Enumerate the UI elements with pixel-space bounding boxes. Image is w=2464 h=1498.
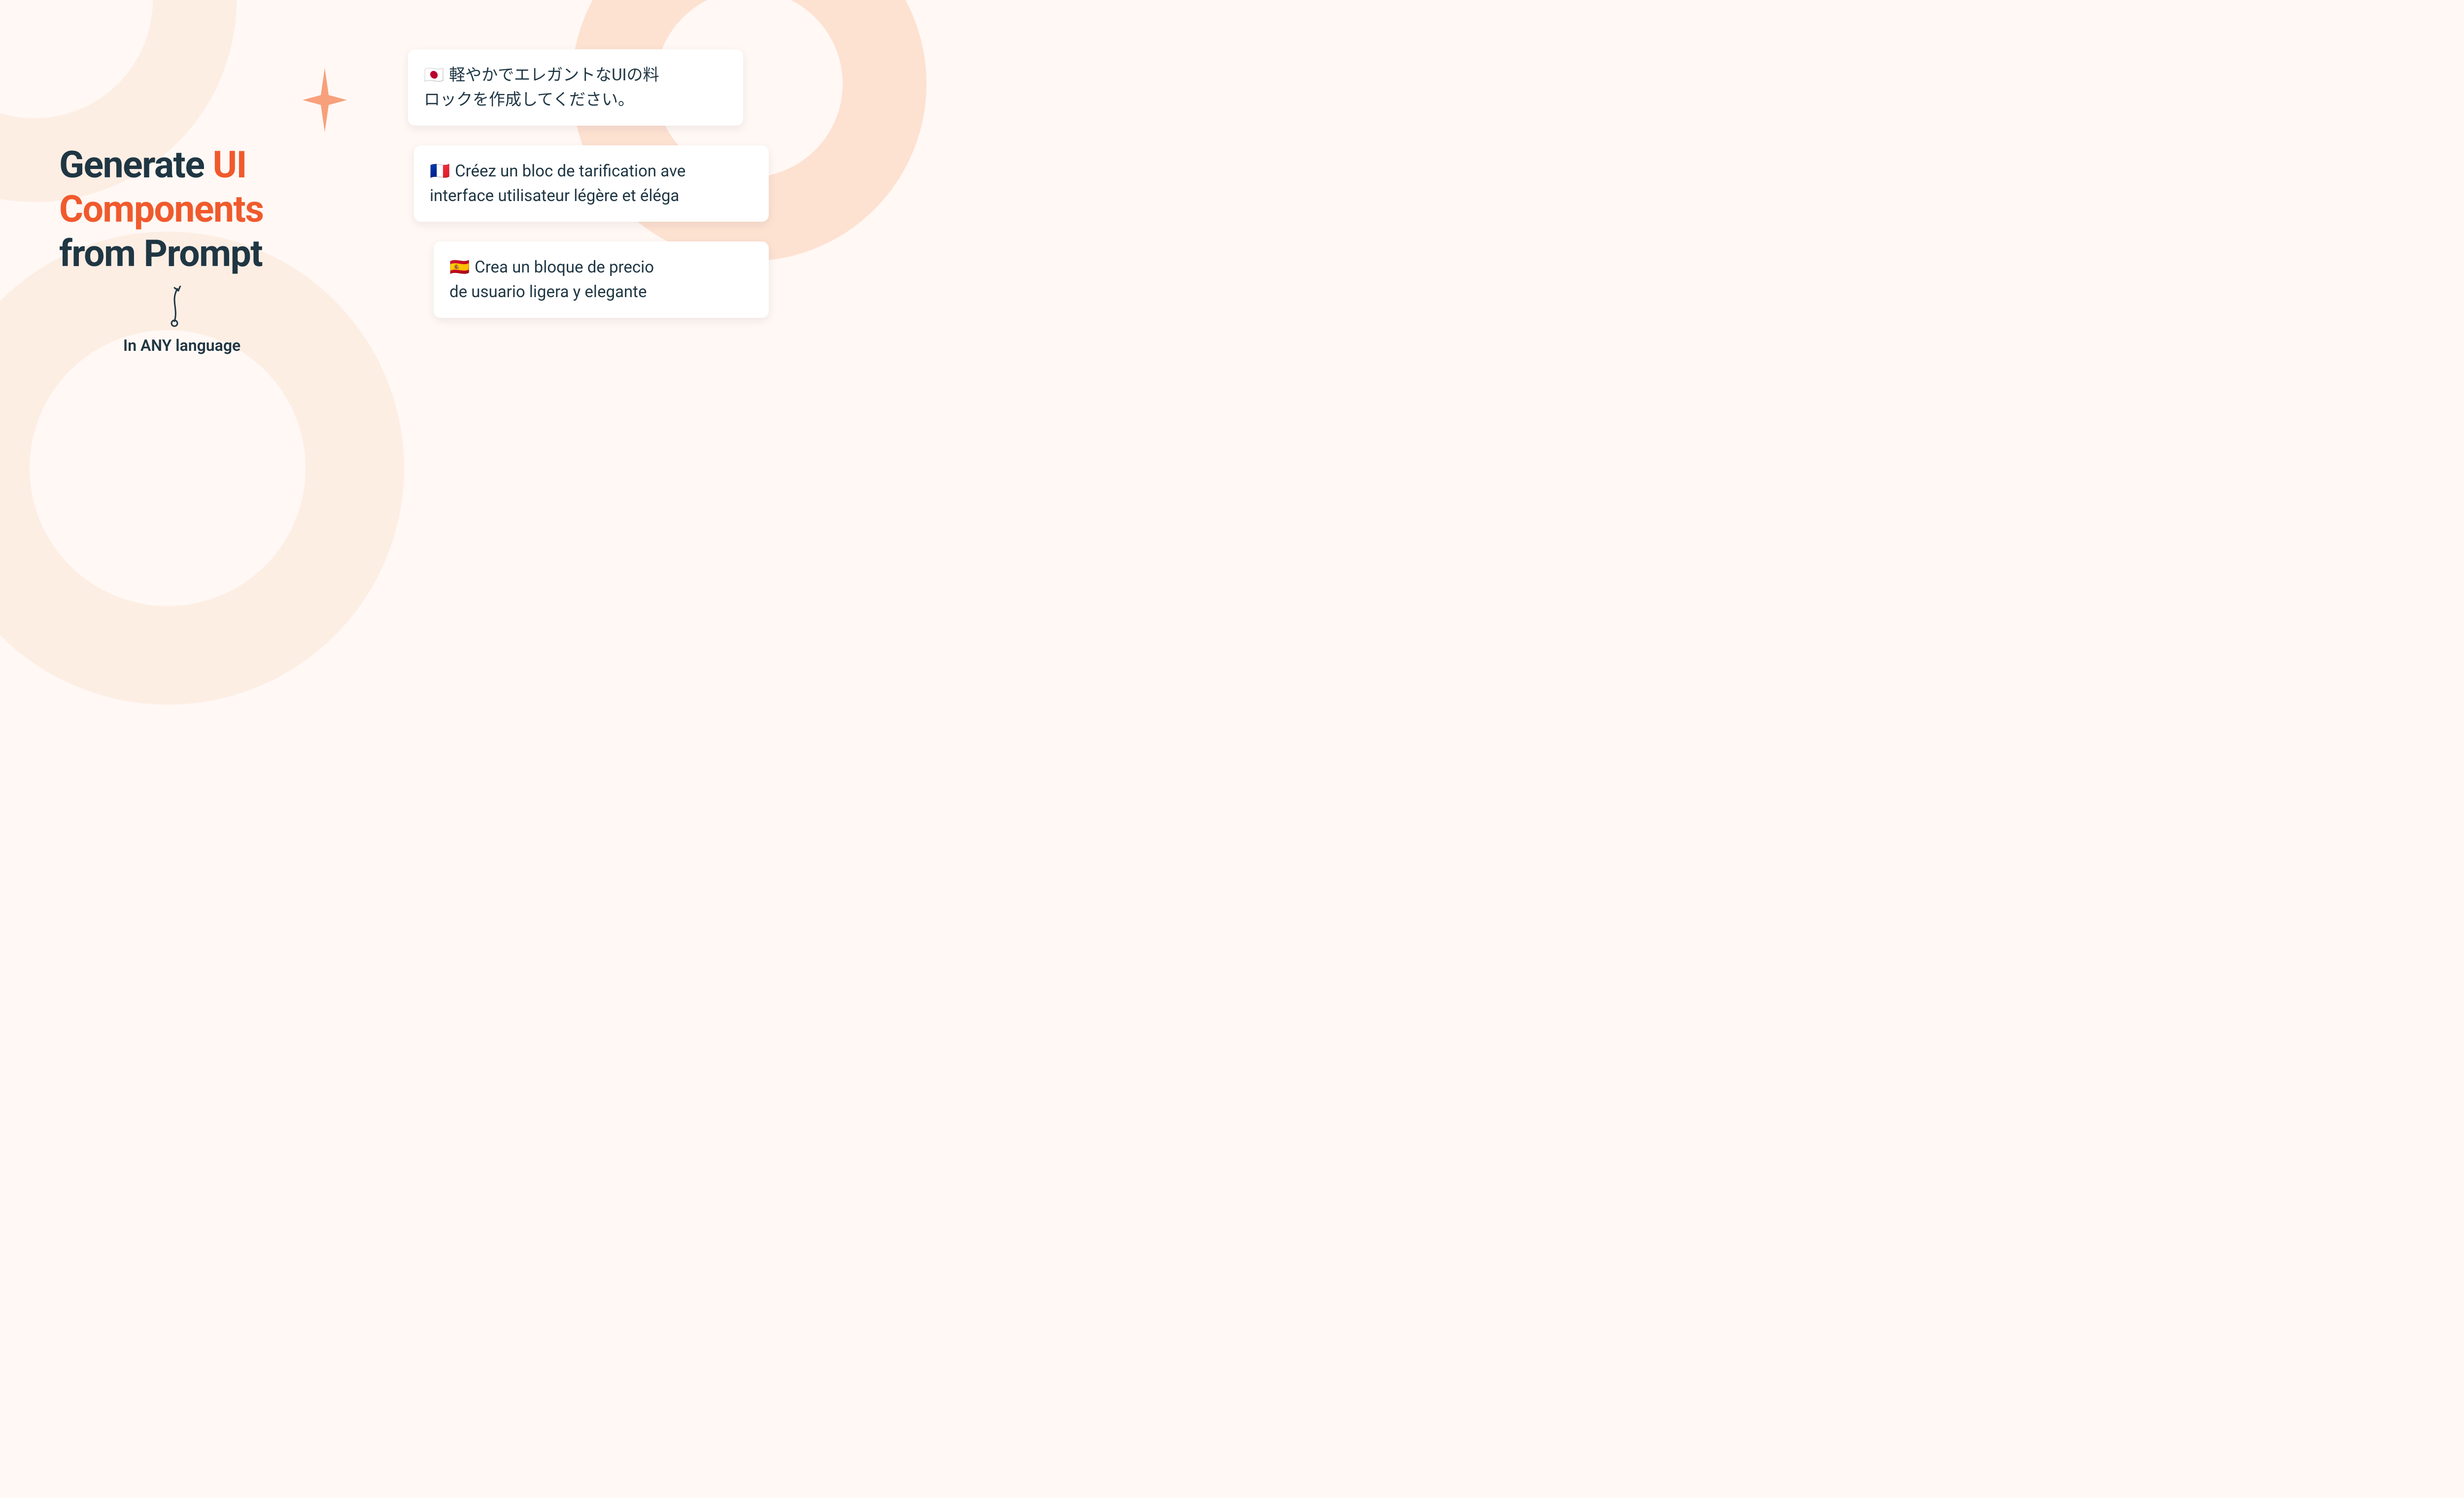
prompt-card-spanish: 🇪🇸Crea un bloque de precio de usuario li… bbox=[434, 241, 769, 318]
sparkle-icon bbox=[303, 68, 347, 132]
prompt-card-list: 🇯🇵軽やかでエレガントなUIの料 ロックを作成してください。 🇫🇷Créez u… bbox=[408, 49, 769, 318]
curved-arrow-icon bbox=[164, 286, 183, 330]
prompt-card-french: 🇫🇷Créez un bloc de tarification ave inte… bbox=[414, 145, 769, 222]
subtitle: In ANY language bbox=[123, 336, 240, 355]
bg-ring-bottom-left bbox=[0, 232, 404, 705]
headline: Generate UI Components from Prompt bbox=[59, 143, 263, 276]
prompt-card-text: Crea un bloque de precio de usuario lige… bbox=[449, 258, 654, 302]
flag-spain-icon: 🇪🇸 bbox=[449, 258, 470, 277]
flag-japan-icon: 🇯🇵 bbox=[424, 66, 444, 85]
prompt-card-text: Créez un bloc de tarification ave interf… bbox=[430, 162, 685, 205]
headline-line2: Components bbox=[59, 188, 263, 231]
headline-line1-prefix: Generate bbox=[59, 143, 213, 187]
prompt-card-japanese: 🇯🇵軽やかでエレガントなUIの料 ロックを作成してください。 bbox=[408, 49, 743, 126]
headline-line1-accent: UI bbox=[213, 143, 246, 187]
headline-line3: from Prompt bbox=[59, 232, 262, 275]
flag-france-icon: 🇫🇷 bbox=[430, 162, 450, 181]
prompt-card-text: 軽やかでエレガントなUIの料 ロックを作成してください。 bbox=[424, 66, 659, 109]
